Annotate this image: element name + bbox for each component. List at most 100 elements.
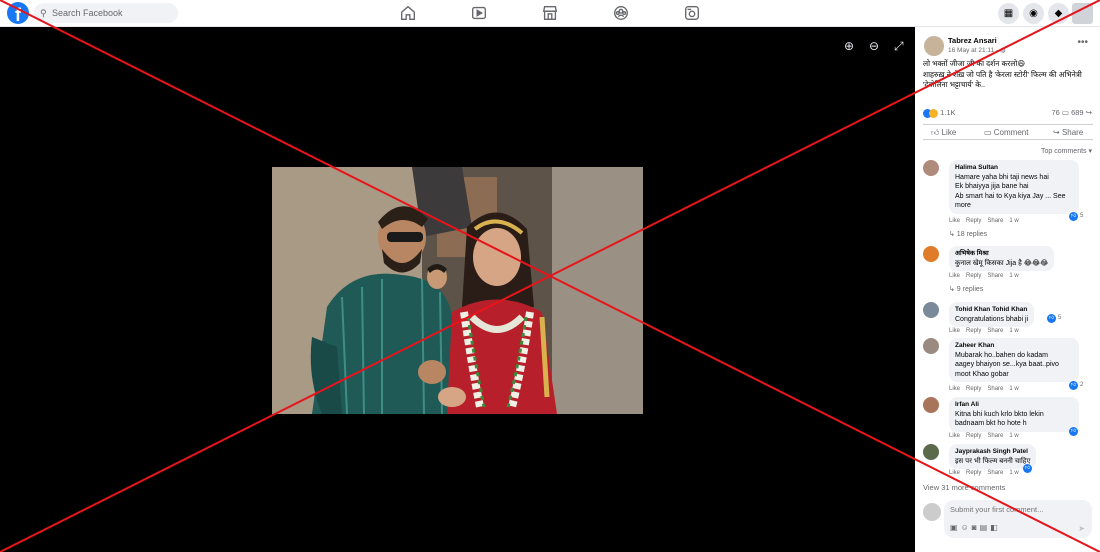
camera-icon[interactable]: ◙ <box>972 523 980 532</box>
author-avatar[interactable] <box>924 36 944 56</box>
comment-reply-link[interactable]: Reply <box>966 470 981 476</box>
search-placeholder: Search Facebook <box>52 8 123 18</box>
comment-reply-link[interactable]: Reply <box>966 273 981 279</box>
zoom-out-icon[interactable]: ⊖ <box>869 39 883 53</box>
comment-label: Comment <box>993 128 1029 137</box>
comment-line: Congratulations bhabi ji <box>955 315 1029 323</box>
comment-input[interactable] <box>950 505 1080 514</box>
search-input[interactable]: ⚲ Search Facebook <box>34 3 178 23</box>
view-more-comments-link[interactable]: View 31 more comments <box>923 483 1005 492</box>
commenter-avatar[interactable] <box>923 444 939 460</box>
comment-reply-link[interactable]: Reply <box>966 433 981 439</box>
comment-reply-link[interactable]: Reply <box>966 218 981 224</box>
comment-share-link[interactable]: Share <box>987 470 1003 476</box>
fullscreen-icon[interactable]: ⤢ <box>894 39 908 53</box>
sticker-icon[interactable]: ◧ <box>990 523 1001 532</box>
share-button[interactable]: ↪ Share <box>1053 128 1083 137</box>
comment-share-link[interactable]: Share <box>987 328 1003 334</box>
like-label: Like <box>941 128 957 137</box>
comment-actions: Like Reply Share 1 w <box>949 470 1025 476</box>
messenger-icon[interactable]: ◉ <box>1023 3 1044 24</box>
comment-bubble: Tohid Khan Tohid Khan Congratulations bh… <box>949 302 1035 327</box>
comment-time[interactable]: 1 w <box>1009 328 1018 334</box>
comment-line: aagey bhaiyon se...kya baat..pivo <box>955 361 1059 368</box>
comment-like-link[interactable]: Like <box>949 386 960 392</box>
send-icon[interactable]: ➤ <box>1078 524 1085 533</box>
comment-time[interactable]: 1 w <box>1009 433 1018 439</box>
composer-tools: ▣☺◙▤◧ <box>950 523 1001 532</box>
gaming-icon[interactable] <box>683 4 701 22</box>
gif-icon[interactable]: ▤ <box>980 523 991 532</box>
reaction-count: 2 <box>1080 382 1084 388</box>
comment-actions: Like Reply Share 1 w <box>949 328 1025 334</box>
comment-share-link[interactable]: Share <box>987 273 1003 279</box>
comment-actions: Like Reply Share 1 w <box>949 433 1025 439</box>
profile-avatar[interactable] <box>1072 3 1093 24</box>
comment-share-link[interactable]: Share <box>987 386 1003 392</box>
view-replies-link[interactable]: ↳ 9 replies <box>949 285 983 293</box>
comment-line: Kitna bhi kuch krlo bkto lekin <box>955 410 1044 418</box>
current-user-avatar[interactable] <box>923 503 941 521</box>
search-icon: ⚲ <box>40 8 47 18</box>
post-actions-bar: 👍︎ Like ▭ Comment ↪ Share <box>923 124 1093 140</box>
notifications-bell-icon[interactable]: ◆ <box>1048 3 1069 24</box>
facebook-logo[interactable]: f <box>7 2 29 24</box>
comment-bubble: Halima Sultan Hamare yaha bhi taji news … <box>949 160 1079 214</box>
menu-grid-icon[interactable]: ▦ <box>998 3 1019 24</box>
comment-line: Mubarak ho..bahen do kadam <box>955 351 1049 359</box>
comment-line: इस पर भी फिल्म बननी चाहिए <box>955 457 1031 465</box>
share-arrow-icon: ↪ <box>1053 128 1062 137</box>
comment-line: Ab smart hai to Kya kiya Jay ... See mor… <box>955 192 1066 210</box>
like-button[interactable]: 👍︎ Like <box>931 128 956 138</box>
reaction-count: 5 <box>1058 315 1062 321</box>
comment-like-link[interactable]: Like <box>949 328 960 334</box>
comment-share-link[interactable]: Share <box>987 433 1003 439</box>
reaction-summary[interactable]: 1.1K <box>923 108 956 118</box>
home-icon[interactable] <box>399 4 417 22</box>
globe-icon: ◍ <box>999 47 1006 54</box>
like-reaction-icon: 👍︎ <box>1069 427 1078 436</box>
comment-like-link[interactable]: Like <box>949 470 960 476</box>
comment-time[interactable]: 1 w <box>1009 470 1018 476</box>
groups-icon[interactable] <box>612 4 630 22</box>
reaction-count: 1.1K <box>940 108 956 117</box>
avatar-sticker-icon[interactable]: ▣ <box>950 523 961 532</box>
commenter-name[interactable]: Tohid Khan Tohid Khan <box>955 305 1028 315</box>
commenter-name[interactable]: Halima Sultan <box>955 163 1073 173</box>
comment-button[interactable]: ▭ Comment <box>984 128 1028 137</box>
post-author-name[interactable]: Tabrez Ansari <box>948 36 997 45</box>
speech-bubble-icon: ▭ <box>984 128 994 137</box>
comment-share-link[interactable]: Share <box>987 218 1003 224</box>
caption-line: शाहरुख़ ने शेख़ जो पति है 'केरला स्टोरी'… <box>923 69 1082 90</box>
zoom-in-icon[interactable]: ⊕ <box>844 39 858 53</box>
marketplace-icon[interactable] <box>541 4 559 22</box>
commenter-avatar[interactable] <box>923 246 939 262</box>
comment-like-link[interactable]: Like <box>949 218 960 224</box>
comment-like-link[interactable]: Like <box>949 273 960 279</box>
emoji-icon[interactable]: ☺ <box>961 523 972 532</box>
commenter-name[interactable]: Jayprakash Singh Patel <box>955 447 1030 457</box>
comment-time[interactable]: 1 w <box>1009 273 1018 279</box>
engagement-counts[interactable]: 76 ▭ 689 ↪ <box>1051 108 1092 117</box>
comment-like-link[interactable]: Like <box>949 433 960 439</box>
comment-time[interactable]: 1 w <box>1009 386 1018 392</box>
comment-time[interactable]: 1 w <box>1009 218 1018 224</box>
post-photo[interactable] <box>272 167 643 414</box>
commenter-name[interactable]: Irfan Ali <box>955 400 1073 410</box>
share-count: 689 <box>1071 108 1084 117</box>
more-options-icon[interactable]: ••• <box>1077 37 1088 48</box>
commenter-name[interactable]: अभिषेक मिश्रा <box>955 249 1048 259</box>
commenter-avatar[interactable] <box>923 302 939 318</box>
commenter-avatar[interactable] <box>923 338 939 354</box>
view-replies-link[interactable]: ↳ 18 replies <box>949 230 987 238</box>
post-timestamp[interactable]: 16 May at 21:11 · ◍ <box>948 46 1006 54</box>
comment-reply-link[interactable]: Reply <box>966 386 981 392</box>
comment-count-icon: ▭ <box>1061 108 1069 117</box>
commenter-avatar[interactable] <box>923 397 939 413</box>
haha-reaction-icon <box>929 108 938 118</box>
commenter-name[interactable]: Zaheer Khan <box>955 341 1073 351</box>
video-icon[interactable] <box>470 4 488 22</box>
comment-reply-link[interactable]: Reply <box>966 328 981 334</box>
comment-sort-dropdown[interactable]: Top comments ▾ <box>1041 147 1092 155</box>
commenter-avatar[interactable] <box>923 160 939 176</box>
